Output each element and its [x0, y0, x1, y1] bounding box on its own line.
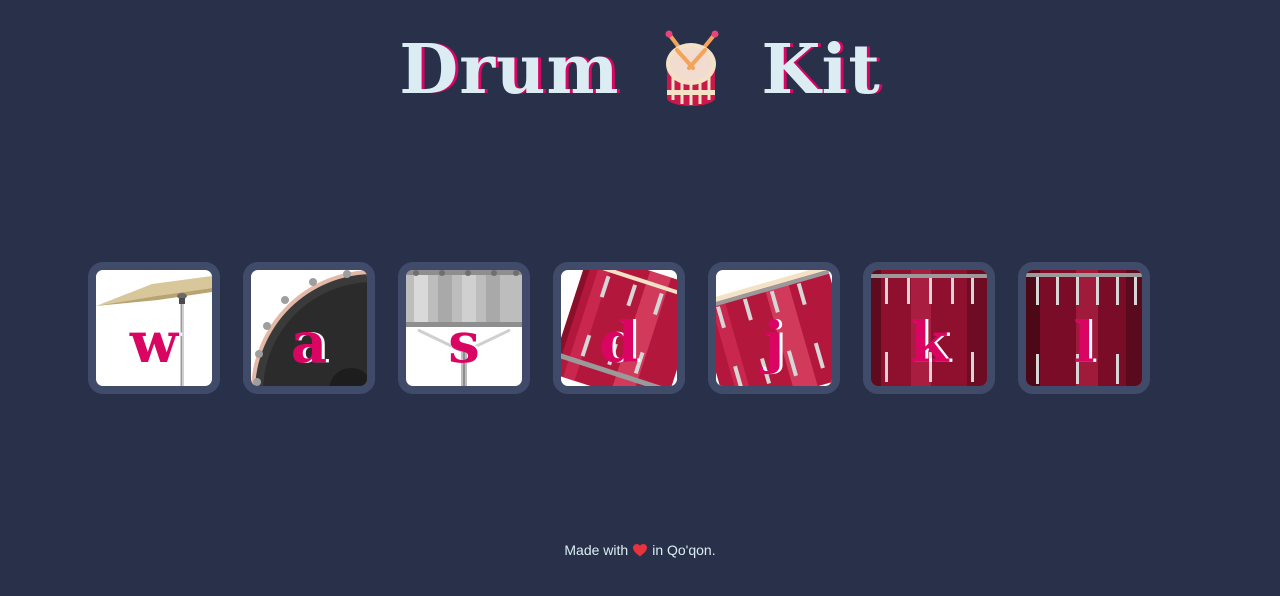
title-word-kit: Kit — [761, 30, 881, 110]
footer: Made with in Qo'qon. — [0, 540, 1280, 560]
drum-key-letter: l — [1073, 310, 1095, 376]
drum-button-a[interactable]: a — [243, 262, 375, 394]
drum-set: w a s d j k l — [88, 262, 1188, 394]
drum-key-letter: a — [290, 310, 328, 376]
drum-key-letter: w — [129, 310, 179, 376]
footer-suffix: in Qo'qon. — [652, 542, 716, 558]
footer-prefix: Made with — [564, 542, 629, 558]
drum-key-letter: s — [448, 310, 480, 376]
heart-icon — [633, 544, 648, 557]
drum-button-d[interactable]: d — [553, 262, 685, 394]
drum-button-j[interactable]: j — [708, 262, 840, 394]
drum-button-k[interactable]: k — [863, 262, 995, 394]
title-word-drum: Drum — [399, 30, 620, 110]
drum-button-s[interactable]: s — [398, 262, 530, 394]
page-title: Drum Kit — [0, 28, 1280, 112]
drum-button-w[interactable]: w — [88, 262, 220, 394]
drum-key-letter: j — [763, 310, 785, 376]
drum-button-l[interactable]: l — [1018, 262, 1150, 394]
drum-key-letter: k — [909, 310, 949, 376]
drum-key-letter: d — [599, 310, 639, 376]
drum-with-sticks-icon — [665, 30, 719, 106]
